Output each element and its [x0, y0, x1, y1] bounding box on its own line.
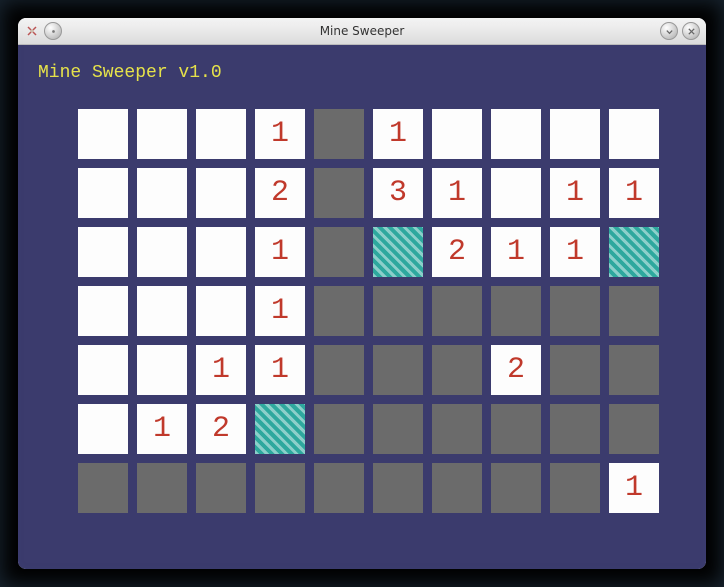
cell-r4-c1[interactable]: [137, 345, 187, 395]
cell-r4-c5[interactable]: [373, 345, 423, 395]
cell-r4-c0[interactable]: [78, 345, 128, 395]
cell-r4-c9[interactable]: [609, 345, 659, 395]
cell-r1-c7[interactable]: [491, 168, 541, 218]
cell-r0-c0[interactable]: [78, 109, 128, 159]
cell-r5-c5[interactable]: [373, 404, 423, 454]
cell-r1-c0[interactable]: [78, 168, 128, 218]
minimize-button[interactable]: [660, 22, 678, 40]
cell-r1-c4[interactable]: [314, 168, 364, 218]
cell-r6-c2[interactable]: [196, 463, 246, 513]
cell-r3-c6[interactable]: [432, 286, 482, 336]
cell-r5-c0[interactable]: [78, 404, 128, 454]
cell-r0-c7[interactable]: [491, 109, 541, 159]
cell-r2-c7[interactable]: 1: [491, 227, 541, 277]
cell-r4-c7[interactable]: 2: [491, 345, 541, 395]
cell-r0-c6[interactable]: [432, 109, 482, 159]
cell-r4-c4[interactable]: [314, 345, 364, 395]
cell-r2-c5[interactable]: [373, 227, 423, 277]
cell-r5-c7[interactable]: [491, 404, 541, 454]
cell-r3-c3[interactable]: 1: [255, 286, 305, 336]
close-button[interactable]: [682, 22, 700, 40]
cell-r0-c9[interactable]: [609, 109, 659, 159]
cell-r2-c1[interactable]: [137, 227, 187, 277]
cell-r2-c4[interactable]: [314, 227, 364, 277]
cell-r2-c6[interactable]: 2: [432, 227, 482, 277]
titlebar: Mine Sweeper: [18, 18, 706, 45]
cell-r3-c5[interactable]: [373, 286, 423, 336]
app-window: Mine Sweeper Mine Sweeper v1.0 112311112…: [18, 18, 706, 569]
cell-r5-c1[interactable]: 1: [137, 404, 187, 454]
cell-r3-c9[interactable]: [609, 286, 659, 336]
cell-r2-c0[interactable]: [78, 227, 128, 277]
cell-r4-c8[interactable]: [550, 345, 600, 395]
cell-r0-c4[interactable]: [314, 109, 364, 159]
cell-r1-c6[interactable]: 1: [432, 168, 482, 218]
cell-r1-c2[interactable]: [196, 168, 246, 218]
cell-r3-c1[interactable]: [137, 286, 187, 336]
cell-r6-c3[interactable]: [255, 463, 305, 513]
cell-r3-c8[interactable]: [550, 286, 600, 336]
cell-r4-c6[interactable]: [432, 345, 482, 395]
cell-r5-c6[interactable]: [432, 404, 482, 454]
cell-r3-c2[interactable]: [196, 286, 246, 336]
cell-r3-c4[interactable]: [314, 286, 364, 336]
cell-r4-c3[interactable]: 1: [255, 345, 305, 395]
app-menu-icon[interactable]: [24, 23, 40, 39]
window-sticky-button[interactable]: [44, 22, 62, 40]
cell-r3-c0[interactable]: [78, 286, 128, 336]
cell-r2-c3[interactable]: 1: [255, 227, 305, 277]
cell-r5-c2[interactable]: 2: [196, 404, 246, 454]
cell-r4-c2[interactable]: 1: [196, 345, 246, 395]
cell-r6-c5[interactable]: [373, 463, 423, 513]
cell-r2-c8[interactable]: 1: [550, 227, 600, 277]
cell-r1-c9[interactable]: 1: [609, 168, 659, 218]
game-client-area: Mine Sweeper v1.0 112311112111112121: [18, 45, 706, 569]
window-title: Mine Sweeper: [18, 24, 706, 38]
cell-r0-c8[interactable]: [550, 109, 600, 159]
cell-r2-c2[interactable]: [196, 227, 246, 277]
cell-r0-c5[interactable]: 1: [373, 109, 423, 159]
cell-r1-c5[interactable]: 3: [373, 168, 423, 218]
cell-r1-c1[interactable]: [137, 168, 187, 218]
cell-r5-c4[interactable]: [314, 404, 364, 454]
cell-r6-c6[interactable]: [432, 463, 482, 513]
cell-r6-c0[interactable]: [78, 463, 128, 513]
cell-r0-c2[interactable]: [196, 109, 246, 159]
cell-r6-c9[interactable]: 1: [609, 463, 659, 513]
cell-r0-c3[interactable]: 1: [255, 109, 305, 159]
cell-r0-c1[interactable]: [137, 109, 187, 159]
cell-r6-c1[interactable]: [137, 463, 187, 513]
cell-r3-c7[interactable]: [491, 286, 541, 336]
cell-r1-c3[interactable]: 2: [255, 168, 305, 218]
mine-board: 112311112111112121: [78, 109, 686, 513]
cell-r5-c8[interactable]: [550, 404, 600, 454]
cell-r5-c9[interactable]: [609, 404, 659, 454]
game-heading: Mine Sweeper v1.0: [38, 63, 686, 83]
cell-r5-c3[interactable]: [255, 404, 305, 454]
cell-r6-c4[interactable]: [314, 463, 364, 513]
cell-r2-c9[interactable]: [609, 227, 659, 277]
cell-r1-c8[interactable]: 1: [550, 168, 600, 218]
cell-r6-c8[interactable]: [550, 463, 600, 513]
cell-r6-c7[interactable]: [491, 463, 541, 513]
